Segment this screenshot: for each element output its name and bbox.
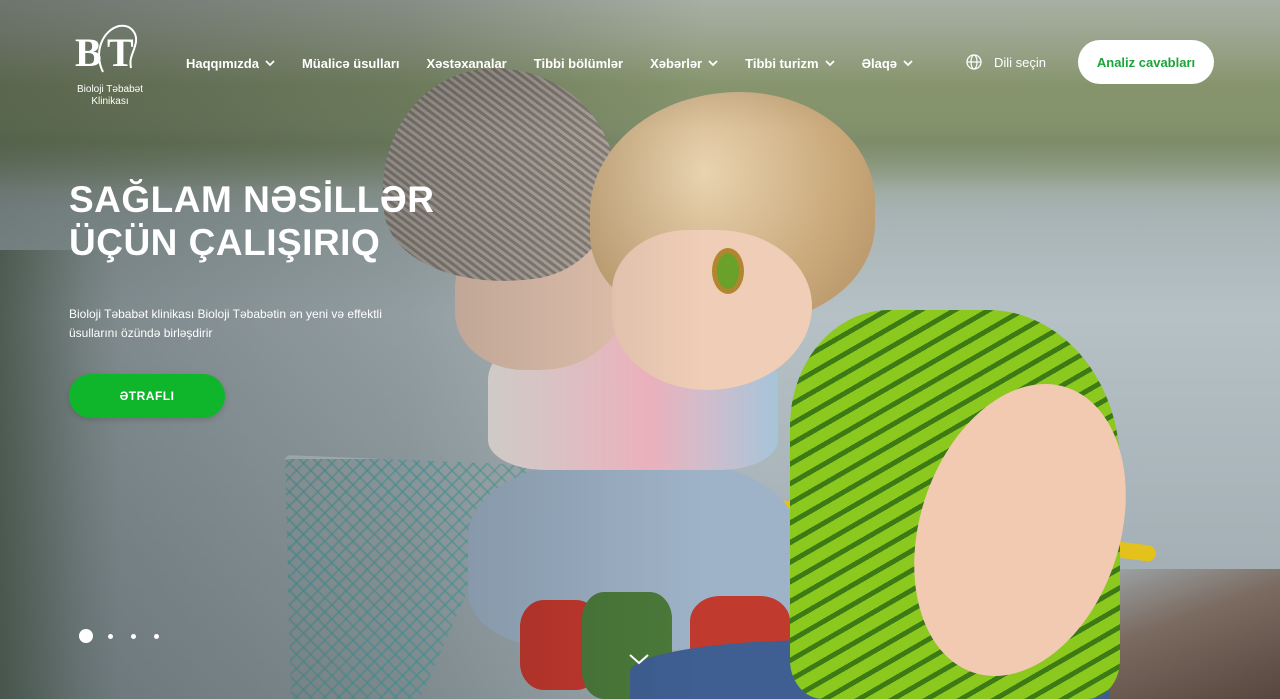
nav-item-label: Haqqımızda xyxy=(186,55,259,71)
language-label: Dili seçin xyxy=(994,54,1047,70)
nav-item-medical-tourism[interactable]: Tibbi turizm xyxy=(745,55,835,71)
nav-item-hospitals[interactable]: Xəstəxanalar xyxy=(427,56,507,71)
chevron-down-icon xyxy=(265,60,275,67)
hero-title: SAĞLAM NƏSİLLƏR ÜÇÜN ÇALIŞIRIQ xyxy=(69,178,489,264)
chevron-down-icon xyxy=(824,60,835,67)
site-logo[interactable]: B T Bioloji Təbabət Klinikası xyxy=(70,22,150,112)
slider-dot-2[interactable] xyxy=(108,633,113,639)
globe-icon xyxy=(966,54,982,70)
hero-description: Bioloji Təbabət klinikası Bioloji Təbabə… xyxy=(69,307,382,340)
nav-item-label: Xəbərlər xyxy=(650,55,703,71)
nav-item-label: Xəstəxanalar xyxy=(426,55,507,71)
chevron-down-icon xyxy=(708,60,718,67)
nav-item-label: Tibbi bölümlər xyxy=(533,55,624,71)
svg-text:T: T xyxy=(107,30,134,75)
hero-title-line2: ÜÇÜN ÇALIŞIRIQ xyxy=(69,222,381,263)
main-nav: Haqqımızda Müalicə üsulları Xəstəxanalar… xyxy=(186,54,940,72)
logo-text-line2: Klinikası xyxy=(91,96,129,107)
slider-pagination xyxy=(79,629,177,643)
nav-item-news[interactable]: Xəbərlər xyxy=(650,56,718,71)
hero-background-image xyxy=(0,0,1280,699)
svg-text:B: B xyxy=(75,30,102,75)
scroll-down-chevron-icon[interactable] xyxy=(628,651,650,667)
nav-item-about[interactable]: Haqqımızda xyxy=(186,56,275,71)
slider-dot-4[interactable] xyxy=(154,633,159,639)
nav-item-medical-departments[interactable]: Tibbi bölümlər xyxy=(534,56,623,71)
language-selector[interactable]: Dili seçin xyxy=(966,54,1046,70)
hero-title-line1: SAĞLAM NƏSİLLƏR xyxy=(69,179,435,220)
logo-mark-icon: B T xyxy=(75,24,137,75)
slider-dot-1[interactable] xyxy=(79,629,93,643)
more-button[interactable]: ƏTRAFLI xyxy=(69,374,225,418)
nav-item-label: Müalicə üsulları xyxy=(301,55,400,71)
logo-text-line1: Bioloji Təbabət xyxy=(77,84,143,95)
analysis-results-button[interactable]: Analiz cavabları xyxy=(1078,40,1214,84)
chevron-down-icon xyxy=(903,60,913,67)
nav-item-contact[interactable]: Əlaqə xyxy=(862,56,913,71)
nav-item-label: Tibbi turizm xyxy=(745,55,819,71)
nav-item-label: Əlaqə xyxy=(861,55,898,71)
nav-item-treatment-methods[interactable]: Müalicə üsulları xyxy=(302,56,400,71)
slider-dot-3[interactable] xyxy=(131,633,136,639)
